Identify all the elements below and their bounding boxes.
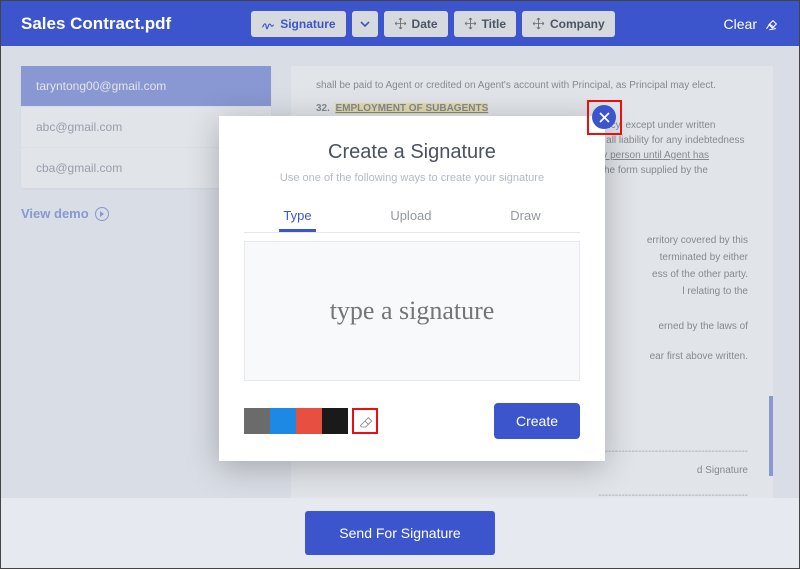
color-swatch-gray[interactable] <box>244 408 270 434</box>
tab-upload[interactable]: Upload <box>386 202 435 232</box>
bottom-bar: Send For Signature <box>1 498 799 568</box>
signature-button-label: Signature <box>280 17 335 31</box>
clear-button[interactable]: Clear <box>724 16 779 32</box>
title-button[interactable]: Title <box>454 11 516 37</box>
title-button-label: Title <box>482 17 506 31</box>
eraser-icon <box>763 16 779 32</box>
date-button[interactable]: Date <box>384 11 448 37</box>
modal-subtitle: Use one of the following ways to create … <box>244 172 580 184</box>
signature-area <box>244 241 580 381</box>
company-button-label: Company <box>550 17 605 31</box>
create-button[interactable]: Create <box>494 403 580 439</box>
date-button-label: Date <box>412 17 438 31</box>
top-bar: Sales Contract.pdf Signature Date Title <box>1 1 799 46</box>
color-swatch-black[interactable] <box>322 408 348 434</box>
document-title: Sales Contract.pdf <box>21 14 171 34</box>
move-icon <box>394 17 407 30</box>
send-for-signature-button[interactable]: Send For Signature <box>305 511 494 555</box>
move-icon <box>464 17 477 30</box>
color-swatch-red[interactable] <box>296 408 322 434</box>
move-icon <box>532 17 545 30</box>
modal-tabs: Type Upload Draw <box>244 202 580 233</box>
color-swatches <box>244 408 348 434</box>
clear-button-label: Clear <box>724 16 757 32</box>
close-modal-button[interactable] <box>592 105 616 129</box>
signature-input[interactable] <box>245 296 579 326</box>
tab-draw[interactable]: Draw <box>506 202 544 232</box>
chevron-down-icon <box>360 19 370 29</box>
tab-type[interactable]: Type <box>279 202 315 232</box>
eraser-icon <box>357 413 373 429</box>
color-swatch-blue[interactable] <box>270 408 296 434</box>
eraser-button[interactable] <box>352 408 378 434</box>
modal-title: Create a Signature <box>244 141 580 164</box>
signature-dropdown[interactable] <box>352 11 378 37</box>
modal-footer: Create <box>244 403 580 439</box>
close-icon <box>599 112 610 123</box>
toolbar: Signature Date Title Company <box>251 11 615 37</box>
company-button[interactable]: Company <box>522 11 615 37</box>
signature-button[interactable]: Signature <box>251 11 345 37</box>
signature-icon <box>261 17 275 31</box>
create-signature-modal: Create a Signature Use one of the follow… <box>219 116 605 461</box>
